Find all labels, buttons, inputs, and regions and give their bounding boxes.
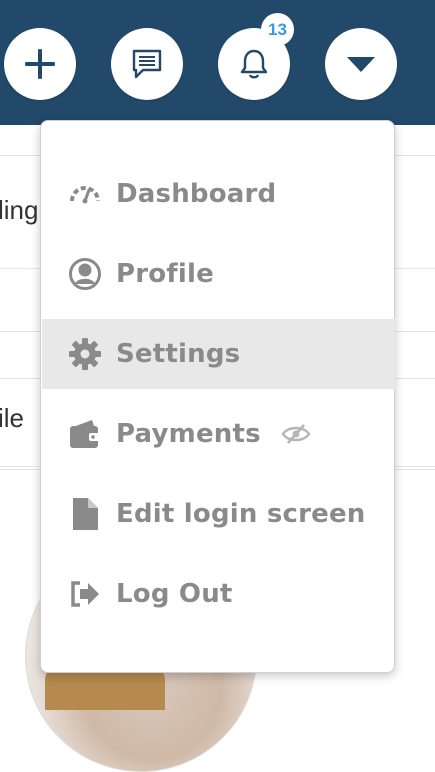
- user-circle-icon: [68, 257, 102, 291]
- menu-item-log-out[interactable]: Log Out: [42, 559, 395, 629]
- account-menu-button[interactable]: [325, 28, 397, 100]
- gear-icon: [68, 337, 102, 371]
- menu-item-label: Dashboard: [116, 179, 277, 209]
- menu-item-payments[interactable]: Payments: [42, 399, 395, 469]
- caret-down-icon: [347, 57, 375, 72]
- add-button[interactable]: [4, 28, 76, 100]
- menu-item-label: Edit login screen: [116, 499, 366, 529]
- top-navigation-bar: 13: [0, 0, 435, 125]
- wallet-icon: [68, 417, 102, 451]
- menu-item-label: Settings: [116, 339, 241, 369]
- chat-icon: [132, 49, 162, 79]
- menu-item-label: Payments: [116, 419, 261, 449]
- gauge-icon: [68, 177, 102, 211]
- sign-out-icon: [68, 577, 102, 611]
- menu-item-profile[interactable]: Profile: [42, 239, 395, 309]
- menu-item-dashboard[interactable]: Dashboard: [42, 159, 395, 229]
- bell-icon: [240, 49, 268, 79]
- menu-item-edit-login-screen[interactable]: Edit login screen: [42, 479, 395, 549]
- background-row-text: ling: [0, 195, 39, 225]
- menu-item-label: Log Out: [116, 579, 233, 609]
- file-icon: [68, 497, 102, 531]
- notification-count-badge: 13: [261, 13, 294, 46]
- account-dropdown-menu: Dashboard Profile Settings Payments Edit…: [40, 120, 395, 673]
- plus-icon: [25, 49, 55, 79]
- messages-button[interactable]: [111, 28, 183, 100]
- background-row-text: ile: [0, 403, 25, 433]
- eye-slash-icon: [281, 423, 311, 445]
- menu-item-label: Profile: [116, 259, 214, 289]
- menu-item-settings[interactable]: Settings: [42, 319, 395, 389]
